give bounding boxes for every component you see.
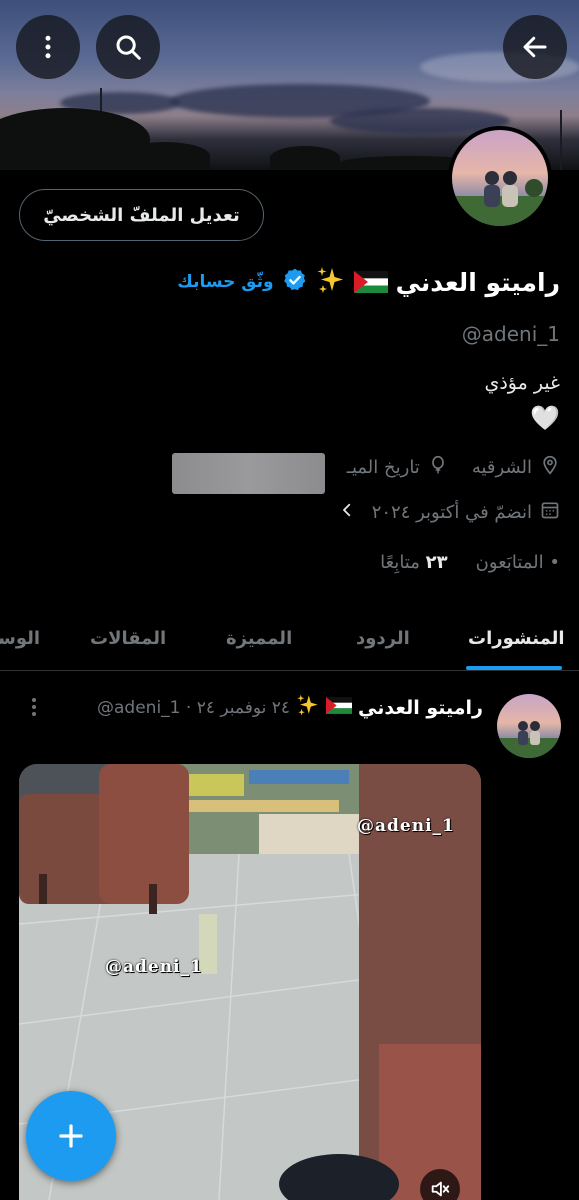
tab-media[interactable]: الوسـ bbox=[0, 605, 40, 671]
chevron-left-icon bbox=[338, 501, 356, 524]
volume-mute-icon bbox=[431, 1181, 450, 1197]
meta-row-joined[interactable]: انضمّ في أكتوبر ٢٠٢٤ bbox=[338, 500, 560, 525]
post-more-icon[interactable] bbox=[24, 695, 44, 725]
compose-post-button[interactable] bbox=[26, 1091, 116, 1181]
active-tab-indicator bbox=[466, 666, 562, 670]
meta-row-location: الشرقيه تاريخ الميـ bbox=[347, 455, 560, 480]
joined-text: انضمّ في أكتوبر ٢٠٢٤ bbox=[371, 502, 532, 523]
search-button[interactable] bbox=[96, 15, 160, 79]
profile-tabs: المنشورات الردود المميزة المقالات الوسـ bbox=[0, 605, 579, 671]
display-name: راميتو العدني bbox=[395, 267, 560, 297]
following-link[interactable]: ٢٣ متابِعًا bbox=[380, 552, 447, 573]
tab-posts[interactable]: المنشورات bbox=[468, 605, 565, 671]
sparkles-icon bbox=[316, 265, 346, 299]
back-button[interactable] bbox=[503, 15, 567, 79]
post-author-name[interactable]: راميتو العدني bbox=[358, 697, 483, 719]
location-icon bbox=[540, 455, 560, 480]
edit-profile-button[interactable]: تعديل الملفّ الشخصيّ bbox=[19, 189, 264, 241]
palestine-flag-icon bbox=[353, 271, 388, 293]
post-flag-icon bbox=[326, 696, 353, 719]
following-label: متابِعًا bbox=[380, 552, 420, 573]
birthdate-text: تاريخ الميـ bbox=[346, 457, 420, 478]
balloon-icon bbox=[428, 455, 448, 480]
more-button[interactable] bbox=[16, 15, 80, 79]
name-row: راميتو العدني وثّق حسابك bbox=[177, 262, 560, 302]
redacted-block bbox=[172, 453, 325, 494]
post-meta: @adeni_1 · ٢٤ نوفمبر ٢٤ bbox=[97, 697, 291, 718]
arrow-left-icon bbox=[523, 36, 547, 58]
verify-account-link[interactable]: وثّق حسابك bbox=[177, 272, 273, 292]
verified-badge-icon[interactable] bbox=[282, 267, 308, 297]
post-header: راميتو العدني @adeni_1 · ٢٤ نوفمبر ٢٤ bbox=[97, 693, 483, 722]
followers-label: المتابَعون bbox=[475, 552, 544, 573]
plus-icon bbox=[59, 1124, 83, 1148]
bio-text: غير مؤذي bbox=[484, 372, 560, 394]
follow-stats: • المتابَعون ٢٣ متابِعًا bbox=[380, 552, 560, 573]
tab-articles[interactable]: المقالات bbox=[90, 605, 166, 671]
more-vertical-icon bbox=[45, 35, 51, 59]
watermark-middle: @adeni_1 bbox=[105, 957, 203, 977]
profile-avatar[interactable] bbox=[448, 126, 552, 230]
watermark-top: @adeni_1 bbox=[357, 816, 455, 836]
calendar-icon bbox=[540, 500, 560, 525]
post-avatar-picture bbox=[497, 721, 561, 758]
post-sparkles-icon bbox=[296, 693, 320, 722]
tab-highlights[interactable]: المميزة bbox=[226, 605, 292, 671]
profile-handle: @adeni_1 bbox=[461, 322, 560, 346]
dot-separator: • bbox=[549, 552, 560, 573]
search-icon bbox=[116, 35, 141, 60]
bio-heart: 🤍 bbox=[530, 404, 560, 432]
avatar-picture bbox=[452, 171, 548, 226]
tab-replies[interactable]: الردود bbox=[356, 605, 410, 671]
post-avatar[interactable] bbox=[497, 694, 561, 758]
followers-link[interactable]: • المتابَعون bbox=[476, 552, 560, 573]
location-text: الشرقيه bbox=[471, 457, 532, 478]
following-count: ٢٣ bbox=[425, 552, 448, 573]
